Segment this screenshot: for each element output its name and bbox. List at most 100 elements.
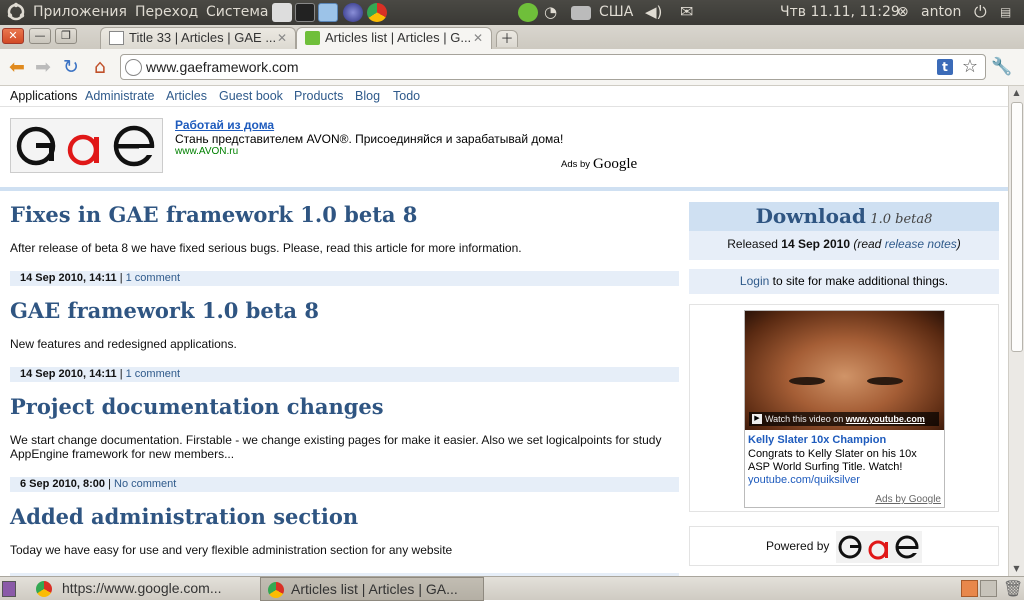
- wifi-icon[interactable]: ◔: [544, 0, 557, 25]
- forward-arrow-icon[interactable]: ➡: [32, 56, 54, 78]
- article-summary: We start change documentation. Firstable…: [10, 433, 662, 461]
- show-desktop-icon[interactable]: [2, 581, 16, 597]
- menu-applications[interactable]: Приложения: [33, 0, 127, 25]
- article-comments-link[interactable]: No comment: [114, 478, 176, 490]
- article-title[interactable]: Added administration section: [10, 504, 358, 529]
- article-comments-link[interactable]: 1 comment: [126, 368, 180, 380]
- tab-title-33[interactable]: Title 33 | Articles | GAE ... ✕: [100, 27, 296, 49]
- wrench-icon[interactable]: 🔧: [991, 56, 1013, 78]
- nav-applications[interactable]: Applications: [10, 86, 77, 106]
- nav-articles[interactable]: Articles: [166, 86, 207, 106]
- yt-ads-by-google[interactable]: Ads by Google: [875, 494, 941, 505]
- trash-icon[interactable]: 🗑: [1003, 579, 1023, 598]
- menu-system[interactable]: Система: [206, 0, 268, 25]
- tab-articles-list[interactable]: Articles list | Articles | G... ✕: [296, 27, 492, 49]
- tab-label: Articles list | Articles | G...: [325, 30, 472, 45]
- extension-icon[interactable]: t: [937, 59, 953, 75]
- keyboard-icon[interactable]: [571, 6, 591, 20]
- ubuntu-logo-icon[interactable]: [6, 0, 26, 25]
- watch-on-youtube-bar[interactable]: ▶ Watch this video on www.youtube.com: [749, 412, 939, 426]
- release-notes-link[interactable]: release notes: [885, 237, 957, 251]
- taskbar-item-articles[interactable]: Articles list | Articles | GA...: [260, 577, 484, 601]
- volume-icon[interactable]: ◀︎): [645, 0, 662, 25]
- url-text[interactable]: www.gaeframework.com: [146, 55, 299, 79]
- menu-places[interactable]: Переход: [135, 0, 198, 25]
- chrome-icon: [268, 582, 284, 598]
- user-name[interactable]: anton: [921, 0, 961, 25]
- nav-guest-book[interactable]: Guest book: [219, 86, 283, 106]
- ads-google-label[interactable]: Google: [593, 156, 637, 173]
- nav-blog[interactable]: Blog: [355, 86, 380, 106]
- video-thumbnail[interactable]: ▶ Watch this video on www.youtube.com: [745, 311, 944, 430]
- release-info: Released 14 Sep 2010 (read release notes…: [689, 233, 999, 255]
- article-title[interactable]: GAE framework 1.0 beta 8: [10, 298, 319, 323]
- article-title[interactable]: Fixes in GAE framework 1.0 beta 8: [10, 202, 417, 227]
- bookmark-star-icon[interactable]: ☆: [962, 55, 978, 79]
- text-editor-icon[interactable]: [272, 3, 292, 22]
- nav-todo[interactable]: Todo: [393, 86, 420, 106]
- page-icon: [109, 31, 124, 45]
- mail-icon[interactable]: ✉: [680, 0, 693, 25]
- page-info-icon[interactable]: [125, 59, 142, 76]
- ad-text: Стань представителем AVON®. Присоединяйс…: [175, 132, 564, 146]
- youtube-ad[interactable]: ▶ Watch this video on www.youtube.com Ke…: [744, 310, 945, 508]
- powered-by-box: Powered by: [689, 526, 999, 566]
- window-maximize-button[interactable]: ❐: [55, 28, 77, 44]
- new-tab-button[interactable]: ＋: [496, 30, 518, 47]
- download-label[interactable]: Download: [756, 204, 866, 228]
- tab-label: Title 33 | Articles | GAE ...: [129, 30, 277, 45]
- login-box: Login to site for make additional things…: [689, 269, 999, 294]
- article-date: 14 Sep 2010, 14:11: [20, 272, 117, 284]
- workspace-1-icon[interactable]: [961, 580, 978, 597]
- taskbar-item-google[interactable]: https://www.google.com...: [20, 577, 257, 601]
- scroll-down-icon[interactable]: ▼: [1009, 562, 1024, 576]
- user-status-icon: ⊗: [897, 4, 909, 20]
- yt-ad-url[interactable]: youtube.com/quiksilver: [748, 474, 860, 486]
- article-meta: 6 Sep 2010, 8:00 | No comment: [10, 477, 679, 492]
- power-icon[interactable]: ⏻: [974, 0, 987, 25]
- released-date: 14 Sep 2010: [781, 237, 850, 251]
- login-link[interactable]: Login: [740, 274, 769, 288]
- update-check-icon[interactable]: [518, 3, 538, 22]
- gae-small-logo-icon[interactable]: [836, 531, 922, 563]
- tab-strip: ✕ — ❐ Title 33 | Articles | GAE ... ✕ Ar…: [0, 25, 1024, 49]
- home-icon[interactable]: ⌂: [89, 56, 111, 78]
- taskbar-item-label: https://www.google.com...: [62, 580, 222, 596]
- download-box: Download 1.0 beta8 Released 14 Sep 2010 …: [689, 202, 999, 260]
- chrome-launcher-icon[interactable]: [367, 3, 387, 22]
- ad-title-link[interactable]: Работай из дома: [175, 118, 274, 132]
- window-close-button[interactable]: ✕: [2, 28, 24, 44]
- tab-close-icon[interactable]: ✕: [473, 28, 483, 48]
- article-title[interactable]: Project documentation changes: [10, 394, 384, 419]
- scroll-up-icon[interactable]: ▲: [1009, 86, 1024, 100]
- gae-logo-icon: [16, 125, 155, 167]
- vertical-scrollbar[interactable]: ▲ ▼: [1008, 86, 1024, 576]
- browser-toolbar: ⬅ ➡ ↻ ⌂ www.gaeframework.com t ☆ 🔧: [0, 49, 1024, 86]
- nav-products[interactable]: Products: [294, 86, 343, 106]
- workspace-2-icon[interactable]: [980, 580, 997, 597]
- scrollbar-thumb[interactable]: [1011, 102, 1023, 352]
- address-bar[interactable]: www.gaeframework.com t ☆: [120, 54, 986, 80]
- tab-close-icon[interactable]: ✕: [277, 28, 287, 48]
- back-arrow-icon[interactable]: ⬅: [6, 56, 28, 78]
- gae-logo[interactable]: [10, 118, 163, 173]
- eclipse-icon[interactable]: [343, 3, 363, 22]
- keyboard-layout[interactable]: США: [599, 0, 633, 25]
- clock[interactable]: Чтв 11.11, 11:29: [780, 0, 900, 25]
- download-header[interactable]: Download 1.0 beta8: [689, 202, 999, 231]
- monitor-icon[interactable]: [318, 3, 338, 22]
- article-comments-link[interactable]: 1 comment: [126, 272, 180, 284]
- watch-prefix: Watch this video on: [765, 414, 844, 424]
- ad-url[interactable]: www.AVON.ru: [175, 146, 238, 157]
- ads-by-label[interactable]: Ads by: [561, 159, 590, 170]
- yt-ad-headline[interactable]: Kelly Slater 10x Champion: [748, 434, 886, 446]
- reload-icon[interactable]: ↻: [60, 56, 82, 78]
- play-icon[interactable]: ▶: [752, 414, 762, 424]
- youtube-ad-panel: ▶ Watch this video on www.youtube.com Ke…: [689, 304, 999, 512]
- terminal-icon[interactable]: [295, 3, 315, 22]
- nav-administrate[interactable]: Administrate: [85, 86, 154, 106]
- panel-menu-icon[interactable]: ▤: [1000, 0, 1011, 25]
- article-meta: 14 Sep 2010, 14:11 | 1 comment: [10, 271, 679, 286]
- window-minimize-button[interactable]: —: [29, 28, 51, 44]
- youtube-link[interactable]: www.youtube.com: [846, 414, 925, 424]
